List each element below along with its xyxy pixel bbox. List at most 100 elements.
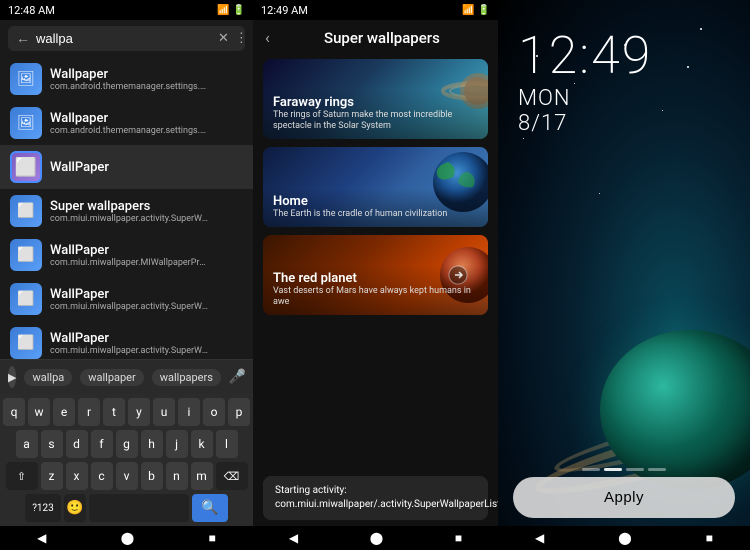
key-search[interactable]: 🔍 [192, 494, 228, 522]
key-t[interactable]: t [103, 398, 125, 426]
clock-date: MON 8/17 [518, 86, 730, 136]
mic-icon[interactable]: 🎤 [229, 369, 246, 385]
page-dots [513, 468, 735, 471]
keyboard-row-3: ⇧ z x c v b n m ⌫ [4, 462, 249, 490]
search-result-item[interactable]: ⬜ WallPaper com.miui.miwallpaper.MIWallp… [0, 233, 253, 277]
preview-time-area: 12:49 MON 8/17 [498, 0, 750, 136]
key-shift[interactable]: ⇧ [6, 462, 38, 490]
status-bar-2: 12:49 AM 📶 🔋 [253, 0, 498, 20]
wallpaper-card-mars[interactable]: The red planet Vast deserts of Mars have… [263, 235, 488, 315]
key-emoji[interactable]: 🙂 [64, 494, 86, 522]
key-p[interactable]: p [228, 398, 250, 426]
key-123[interactable]: ?123 [25, 494, 61, 522]
key-b[interactable]: b [141, 462, 163, 490]
keyboard-row-4: ?123 🙂 🔍 [4, 494, 249, 522]
keyboard: q w e r t y u i o p a s d f g h j k l ⇧ … [0, 394, 253, 526]
keyboard-row-2: a s d f g h j k l [4, 430, 249, 458]
key-e[interactable]: e [53, 398, 75, 426]
search-result-item[interactable]: 🖼 Wallpaper com.android.thememanager.set… [0, 57, 253, 101]
card-desc-mars: Vast deserts of Mars have always kept hu… [273, 286, 478, 309]
search-bar[interactable]: ← ✕ ⋮ [8, 26, 245, 51]
result-text: Wallpaper com.android.thememanager.setti… [50, 67, 210, 92]
result-icon: ⬜ [10, 283, 42, 315]
super-wallpapers-header: ‹ Super wallpapers [253, 20, 498, 55]
nav-home-3[interactable]: ⬤ [618, 531, 631, 545]
search-result-item[interactable]: ⬜ WallPaper com.miui.miwallpaper.activit… [0, 277, 253, 321]
key-l[interactable]: l [216, 430, 238, 458]
wallpaper-preview-panel: 12:49 MON 8/17 Apply ◀ ⬤ ■ [498, 0, 750, 550]
status-time-1: 12:48 AM [8, 4, 55, 17]
key-h[interactable]: h [141, 430, 163, 458]
nav-back-3[interactable]: ◀ [535, 531, 544, 545]
nav-back-1[interactable]: ◀ [37, 531, 46, 545]
suggestion-wallpapers[interactable]: wallpapers [152, 369, 221, 386]
wallpaper-card-faraway[interactable]: Faraway rings The rings of Saturn make t… [263, 59, 488, 139]
toast-text: Starting activity:com.miui.miwallpaper/.… [275, 485, 533, 510]
preview-bottom: Apply [498, 458, 750, 526]
forward-icon[interactable]: ▶ [8, 366, 16, 388]
key-i[interactable]: i [178, 398, 200, 426]
search-result-item[interactable]: ⬜ WallPaper com.miui.miwallpaper.activit… [0, 321, 253, 359]
dot-3 [626, 468, 644, 471]
key-j[interactable]: j [166, 430, 188, 458]
key-g[interactable]: g [116, 430, 138, 458]
key-c[interactable]: c [91, 462, 113, 490]
nav-recent-2[interactable]: ■ [455, 531, 462, 545]
search-results: 🖼 Wallpaper com.android.thememanager.set… [0, 57, 253, 359]
clear-icon[interactable]: ✕ [218, 31, 229, 46]
card-title-home: Home [273, 194, 478, 209]
search-result-item[interactable]: ⬜ Super wallpapers com.miui.miwallpaper.… [0, 189, 253, 233]
key-a[interactable]: a [16, 430, 38, 458]
key-m[interactable]: m [191, 462, 213, 490]
super-wallpapers-panel: 12:49 AM 📶 🔋 ‹ Super wallpapers Faraway … [253, 0, 498, 550]
card-content-mars: The red planet Vast deserts of Mars have… [263, 265, 488, 315]
key-z[interactable]: z [41, 462, 63, 490]
key-y[interactable]: y [128, 398, 150, 426]
super-wallpapers-title: Super wallpapers [278, 29, 486, 47]
result-text: Wallpaper com.android.thememanager.setti… [50, 111, 210, 136]
key-u[interactable]: u [153, 398, 175, 426]
key-n[interactable]: n [166, 462, 188, 490]
key-k[interactable]: k [191, 430, 213, 458]
status-icons-1: 📶 🔋 [217, 5, 245, 16]
preview-content: 12:49 MON 8/17 Apply [498, 0, 750, 526]
result-text: WallPaper com.miui.miwallpaper.activity.… [50, 287, 210, 312]
suggestion-wallpa[interactable]: wallpa [24, 369, 72, 386]
nav-home-1[interactable]: ⬤ [121, 531, 134, 545]
nav-recent-3[interactable]: ■ [706, 531, 713, 545]
key-f[interactable]: f [91, 430, 113, 458]
nav-recent-1[interactable]: ■ [209, 531, 216, 545]
card-title-faraway: Faraway rings [273, 95, 478, 110]
back-icon[interactable]: ← [16, 30, 30, 47]
result-icon: ⬜ [10, 327, 42, 359]
status-bar-1: 12:48 AM 📶 🔋 [0, 0, 253, 20]
search-result-item-active[interactable]: ⬜ WallPaper [0, 145, 253, 189]
preview-spacer [498, 136, 750, 458]
wallpaper-card-home[interactable]: Home The Earth is the cradle of human ci… [263, 147, 488, 227]
key-x[interactable]: x [66, 462, 88, 490]
key-space[interactable] [89, 494, 189, 522]
key-backspace[interactable]: ⌫ [216, 462, 248, 490]
suggestions-bar: ▶ wallpa wallpaper wallpapers 🎤 [0, 359, 253, 394]
nav-home-2[interactable]: ⬤ [370, 531, 383, 545]
search-input[interactable] [36, 31, 212, 46]
search-panel: 12:48 AM 📶 🔋 ← ✕ ⋮ 🖼 Wallpaper com.andro… [0, 0, 253, 550]
key-d[interactable]: d [66, 430, 88, 458]
result-text: WallPaper com.miui.miwallpaper.MIWallpap… [50, 243, 210, 268]
back-button-super[interactable]: ‹ [265, 28, 270, 47]
key-r[interactable]: r [78, 398, 100, 426]
nav-back-2[interactable]: ◀ [289, 531, 298, 545]
result-icon: ⬜ [10, 195, 42, 227]
key-v[interactable]: v [116, 462, 138, 490]
card-content-faraway: Faraway rings The rings of Saturn make t… [263, 89, 488, 139]
more-icon[interactable]: ⋮ [235, 31, 248, 46]
key-q[interactable]: q [3, 398, 25, 426]
keyboard-row-1: q w e r t y u i o p [4, 398, 249, 426]
key-s[interactable]: s [41, 430, 63, 458]
key-o[interactable]: o [203, 398, 225, 426]
suggestion-wallpaper[interactable]: wallpaper [80, 369, 144, 386]
search-result-item[interactable]: 🖼 Wallpaper com.android.thememanager.set… [0, 101, 253, 145]
key-w[interactable]: w [28, 398, 50, 426]
nav-bar-1: ◀ ⬤ ■ [0, 526, 253, 550]
apply-button[interactable]: Apply [513, 477, 735, 518]
